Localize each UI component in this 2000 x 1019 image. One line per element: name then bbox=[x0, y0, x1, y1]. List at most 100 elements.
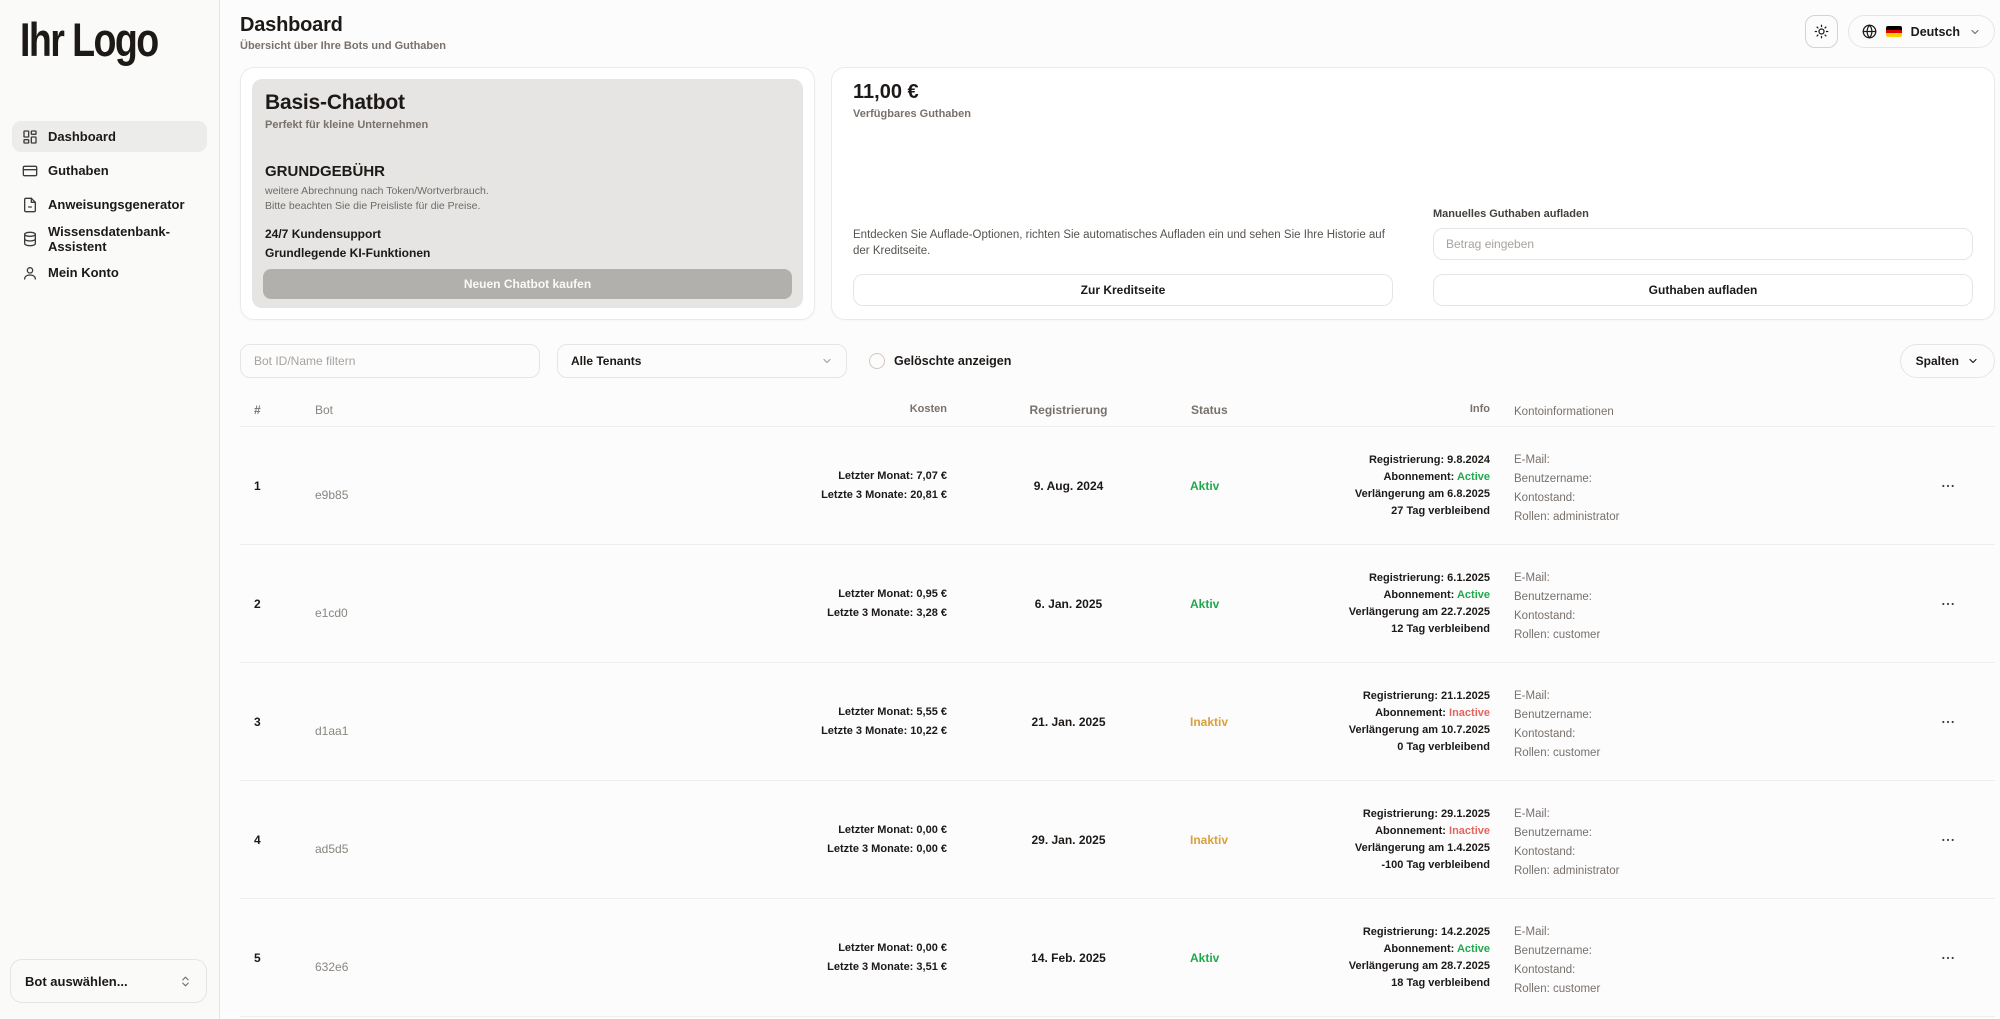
filter-bar: Alle Tenants Gelöschte anzeigen Spalten bbox=[240, 344, 1995, 378]
sidebar-item-guthaben[interactable]: Guthaben bbox=[12, 155, 207, 186]
cost-last-month: Letzter Monat: 0,95 € bbox=[682, 585, 947, 604]
actions-cell bbox=[1900, 710, 1995, 734]
bot-filter-input[interactable] bbox=[240, 344, 540, 378]
info-cell: Registrierung: 9.8.2024 Abonnement: Acti… bbox=[1330, 452, 1490, 520]
column-header-status: Status bbox=[1190, 403, 1330, 417]
row-number: 4 bbox=[240, 833, 302, 847]
account-cell: E-Mail: Benutzername: Kontostand: Rollen… bbox=[1490, 687, 1900, 763]
language-label: Deutsch bbox=[1911, 25, 1960, 39]
registration-date: 9. Aug. 2024 bbox=[947, 479, 1190, 493]
credit-column: Entdecken Sie Auflade-Optionen, richten … bbox=[853, 208, 1393, 306]
account-cell: E-Mail: Benutzername: Kontostand: Rollen… bbox=[1490, 569, 1900, 645]
info-cell: Registrierung: 29.1.2025 Abonnement: Ina… bbox=[1330, 806, 1490, 874]
amount-input[interactable] bbox=[1433, 228, 1973, 260]
table-row: 4 ad5d5 Letzter Monat: 0,00 € Letzte 3 M… bbox=[240, 781, 1995, 899]
row-actions-button[interactable] bbox=[1931, 710, 1965, 734]
registration-date: 29. Jan. 2025 bbox=[947, 833, 1190, 847]
info-renewal: Verlängerung am 6.8.2025 bbox=[1330, 486, 1490, 503]
sidebar-item-label: Dashboard bbox=[48, 129, 116, 144]
sidebar-item-dashboard[interactable]: Dashboard bbox=[12, 121, 207, 152]
info-registration: Registrierung: 9.8.2024 bbox=[1330, 452, 1490, 469]
table-row: 1 e9b85 Letzter Monat: 7,07 € Letzte 3 M… bbox=[240, 427, 1995, 545]
registration-date: 6. Jan. 2025 bbox=[947, 597, 1190, 611]
bot-name: 632e6 bbox=[302, 960, 682, 974]
info-days-remaining: 18 Tag verbleibend bbox=[1330, 975, 1490, 992]
account-username: Benutzername: bbox=[1514, 824, 1900, 843]
plan-title: Basis-Chatbot bbox=[263, 91, 792, 115]
info-registration: Registrierung: 14.2.2025 bbox=[1330, 924, 1490, 941]
cost-last-month: Letzter Monat: 5,55 € bbox=[682, 703, 947, 722]
account-email: E-Mail: bbox=[1514, 451, 1900, 470]
tenant-select[interactable]: Alle Tenants bbox=[557, 344, 847, 378]
plan-features: 24/7 Kundensupport Grundlegende KI-Funkt… bbox=[263, 225, 792, 263]
status-cell: Aktiv bbox=[1190, 951, 1330, 965]
status-cell: Aktiv bbox=[1190, 597, 1330, 611]
subscription-state: Active bbox=[1457, 471, 1490, 483]
account-balance: Kontostand: bbox=[1514, 961, 1900, 980]
row-number: 5 bbox=[240, 951, 302, 965]
sidebar-item-mein-konto[interactable]: Mein Konto bbox=[12, 257, 207, 288]
show-deleted-checkbox[interactable] bbox=[869, 353, 885, 369]
status-badge: Inaktiv bbox=[1190, 715, 1228, 729]
cost-last-month: Letzter Monat: 0,00 € bbox=[682, 821, 947, 840]
dashboard-icon bbox=[22, 129, 38, 145]
chevrons-up-down-icon bbox=[179, 975, 192, 988]
theme-toggle-button[interactable] bbox=[1805, 15, 1838, 48]
bots-table: # Bot Kosten Registrierung Status Info K… bbox=[240, 393, 1995, 1017]
page-header: Dashboard Übersicht über Ihre Bots und G… bbox=[240, 14, 446, 52]
sidebar-nav: Dashboard Guthaben Anweisungsgenerator W… bbox=[0, 121, 219, 288]
summary-cards: Basis-Chatbot Perfekt für kleine Unterne… bbox=[240, 67, 1995, 320]
ellipsis-icon bbox=[1940, 478, 1956, 494]
row-number: 1 bbox=[240, 479, 302, 493]
database-icon bbox=[22, 231, 38, 247]
buy-chatbot-button[interactable]: Neuen Chatbot kaufen bbox=[263, 269, 792, 299]
bot-select-value: Bot auswählen... bbox=[25, 974, 128, 989]
column-header-bot: Bot bbox=[302, 403, 682, 417]
bot-name: d1aa1 bbox=[302, 724, 682, 738]
info-subscription: Abonnement: Inactive bbox=[1330, 823, 1490, 840]
account-cell: E-Mail: Benutzername: Kontostand: Rollen… bbox=[1490, 805, 1900, 881]
plan-fee-note: Bitte beachten Sie die Preisliste für di… bbox=[263, 199, 792, 214]
row-actions-button[interactable] bbox=[1931, 828, 1965, 852]
column-header-info: Info bbox=[1330, 401, 1490, 418]
info-registration: Registrierung: 6.1.2025 bbox=[1330, 570, 1490, 587]
sidebar-item-anweisungsgenerator[interactable]: Anweisungsgenerator bbox=[12, 189, 207, 220]
columns-button[interactable]: Spalten bbox=[1900, 344, 1995, 378]
account-roles: Rollen: administrator bbox=[1514, 508, 1900, 527]
topbar: Dashboard Übersicht über Ihre Bots und G… bbox=[240, 14, 1995, 52]
plan-fee-note: weitere Abrechnung nach Token/Wortverbra… bbox=[263, 184, 792, 199]
chevron-down-icon bbox=[821, 355, 833, 367]
column-header-kontoinformationen: Kontoinformationen bbox=[1490, 403, 1900, 422]
cost-last-month: Letzter Monat: 0,00 € bbox=[682, 939, 947, 958]
cost-cell: Letzter Monat: 5,55 € Letzte 3 Monate: 1… bbox=[682, 703, 947, 741]
bot-select[interactable]: Bot auswählen... bbox=[10, 959, 207, 1003]
info-renewal: Verlängerung am 22.7.2025 bbox=[1330, 604, 1490, 621]
sidebar-item-wissensdatenbank[interactable]: Wissensdatenbank-Assistent bbox=[12, 223, 207, 254]
cost-last-3-months: Letzte 3 Monate: 3,28 € bbox=[682, 604, 947, 623]
page-subtitle: Übersicht über Ihre Bots und Guthaben bbox=[240, 40, 446, 52]
cost-last-3-months: Letzte 3 Monate: 20,81 € bbox=[682, 486, 947, 505]
account-balance: Kontostand: bbox=[1514, 725, 1900, 744]
language-selector[interactable]: Deutsch bbox=[1848, 15, 1995, 48]
account-username: Benutzername: bbox=[1514, 706, 1900, 725]
row-actions-button[interactable] bbox=[1931, 592, 1965, 616]
balance-card: 11,00 € Verfügbares Guthaben Entdecken S… bbox=[831, 67, 1995, 320]
row-actions-button[interactable] bbox=[1931, 946, 1965, 970]
cost-last-month: Letzter Monat: 7,07 € bbox=[682, 467, 947, 486]
document-icon bbox=[22, 197, 38, 213]
sidebar-item-label: Mein Konto bbox=[48, 265, 119, 280]
topup-button[interactable]: Guthaben aufladen bbox=[1433, 274, 1973, 306]
topup-column: Manuelles Guthaben aufladen Guthaben auf… bbox=[1433, 208, 1973, 306]
account-username: Benutzername: bbox=[1514, 942, 1900, 961]
plan-fee-title: GRUNDGEBÜHR bbox=[263, 163, 792, 180]
table-body: 1 e9b85 Letzter Monat: 7,07 € Letzte 3 M… bbox=[240, 427, 1995, 1017]
row-actions-button[interactable] bbox=[1931, 474, 1965, 498]
bot-name: e1cd0 bbox=[302, 606, 682, 620]
tenant-select-value: Alle Tenants bbox=[571, 354, 641, 368]
account-cell: E-Mail: Benutzername: Kontostand: Rollen… bbox=[1490, 451, 1900, 527]
credit-page-button[interactable]: Zur Kreditseite bbox=[853, 274, 1393, 306]
account-balance: Kontostand: bbox=[1514, 843, 1900, 862]
ellipsis-icon bbox=[1940, 596, 1956, 612]
plan-feature: 24/7 Kundensupport bbox=[265, 225, 792, 244]
account-roles: Rollen: customer bbox=[1514, 980, 1900, 999]
